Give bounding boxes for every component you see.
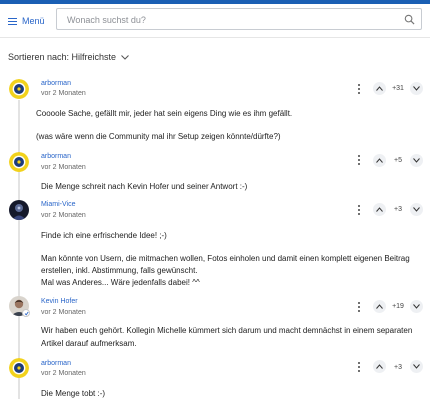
- downvote-button[interactable]: [410, 203, 423, 216]
- chevron-up-icon: [376, 207, 383, 212]
- more-options-icon[interactable]: [357, 205, 361, 215]
- comment-author[interactable]: Miami-Vice: [41, 201, 76, 208]
- comment-author[interactable]: arborman: [41, 360, 71, 367]
- chevron-up-icon: [376, 304, 383, 309]
- avatar[interactable]: [9, 200, 29, 220]
- vote-count: +3: [394, 206, 402, 213]
- chevron-down-icon: [413, 207, 420, 212]
- comment-date: vor 2 Monaten: [41, 309, 86, 316]
- comment-text-line: Artikel darauf aufmerksam.: [41, 339, 137, 348]
- search-input[interactable]: [65, 12, 399, 28]
- upvote-button[interactable]: [373, 300, 386, 313]
- downvote-button[interactable]: [410, 300, 423, 313]
- chevron-down-icon: [121, 54, 129, 60]
- vote-count: +31: [392, 85, 404, 92]
- comment-text-line: Finde ich eine erfrischende Idee! ;-): [41, 231, 167, 240]
- header-divider: [0, 37, 430, 38]
- downvote-button[interactable]: [410, 154, 423, 167]
- vote-count: +5: [394, 157, 402, 164]
- avatar[interactable]: [9, 152, 29, 172]
- more-options-icon[interactable]: [357, 84, 361, 94]
- comment-date: vor 2 Monaten: [41, 164, 86, 171]
- comment-date: vor 2 Monaten: [41, 212, 86, 219]
- comment-text-line: Die Menge schreit nach Kevin Hofer und s…: [41, 182, 248, 191]
- upvote-button[interactable]: [373, 154, 386, 167]
- comment-author[interactable]: Kevin Hofer: [41, 298, 78, 305]
- upvote-button[interactable]: [373, 360, 386, 373]
- chevron-up-icon: [376, 86, 383, 91]
- avatar[interactable]: [9, 79, 29, 99]
- comment-text-line: Man könnte von Usern, die mitmachen woll…: [41, 254, 410, 263]
- thread-line: [18, 100, 20, 399]
- hamburger-icon: [8, 17, 17, 25]
- comment-text-line: erstellen, inkl. Abstimmung, falls gewün…: [41, 266, 198, 275]
- comment-text-line: Mal was Anderes... Wäre jedenfalls dabei…: [41, 278, 200, 287]
- comment-date: vor 2 Monaten: [41, 90, 86, 97]
- chevron-up-icon: [376, 158, 383, 163]
- search-box[interactable]: [56, 8, 422, 30]
- chevron-down-icon: [413, 304, 420, 309]
- downvote-button[interactable]: [410, 360, 423, 373]
- comment-text-line: (was wäre wenn die Community mal ihr Set…: [36, 132, 281, 141]
- comment-author[interactable]: arborman: [41, 80, 71, 87]
- search-icon[interactable]: [404, 14, 415, 25]
- comment-date: vor 2 Monaten: [41, 370, 86, 377]
- comment-text-line: Die Menge tobt :-): [41, 389, 106, 398]
- staff-badge-icon: [22, 309, 30, 317]
- chevron-down-icon: [413, 86, 420, 91]
- upvote-button[interactable]: [373, 203, 386, 216]
- vote-count: +19: [392, 303, 404, 310]
- downvote-button[interactable]: [410, 82, 423, 95]
- comment-text-line: Coooole Sache, gefällt mir, jeder hat se…: [36, 109, 293, 118]
- chevron-down-icon: [413, 158, 420, 163]
- more-options-icon[interactable]: [357, 362, 361, 372]
- chevron-up-icon: [376, 364, 383, 369]
- menu-button[interactable]: Menü: [8, 13, 45, 29]
- avatar[interactable]: [9, 358, 29, 378]
- more-options-icon[interactable]: [357, 302, 361, 312]
- upvote-button[interactable]: [373, 82, 386, 95]
- chevron-down-icon: [413, 364, 420, 369]
- comment-text-line: Wir haben euch gehört. Kollegin Michelle…: [41, 326, 413, 335]
- header: Menü: [0, 4, 430, 37]
- menu-label: Menü: [22, 16, 45, 26]
- more-options-icon[interactable]: [357, 155, 361, 165]
- sort-label: Sortieren nach: Hilfreichste: [8, 52, 117, 62]
- comment-author[interactable]: arborman: [41, 153, 71, 160]
- sort-dropdown[interactable]: Sortieren nach: Hilfreichste: [8, 52, 129, 62]
- vote-count: +3: [394, 364, 402, 371]
